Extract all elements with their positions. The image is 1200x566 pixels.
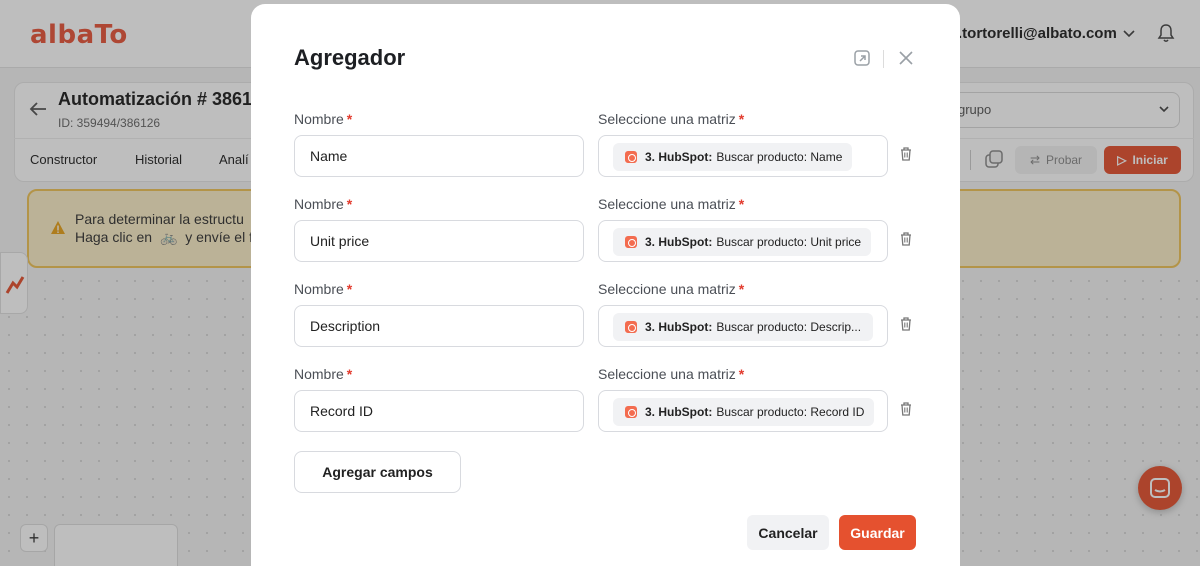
nombre-label: Nombre * xyxy=(294,366,352,382)
matrix-chip[interactable]: 3. HubSpot: Buscar producto: Unit price xyxy=(613,228,872,256)
nombre-input[interactable]: Name xyxy=(294,135,584,177)
required-mark: * xyxy=(346,281,353,297)
matrix-label: Seleccione una matriz * xyxy=(598,281,744,297)
matrix-label: Seleccione una matriz * xyxy=(598,366,744,382)
nombre-label-text: Nombre xyxy=(294,366,344,382)
hubspot-icon xyxy=(625,321,637,333)
matrix-label-text: Seleccione una matriz xyxy=(598,196,736,212)
chip-source: 3. HubSpot: xyxy=(645,235,713,249)
nombre-label: Nombre * xyxy=(294,196,352,212)
matrix-label-text: Seleccione una matriz xyxy=(598,111,736,127)
required-mark: * xyxy=(738,111,745,127)
header-divider xyxy=(883,50,884,68)
save-button[interactable]: Guardar xyxy=(839,515,916,550)
trash-icon[interactable] xyxy=(899,401,913,417)
matrix-chip[interactable]: 3. HubSpot: Buscar producto: Name xyxy=(613,143,853,171)
chip-text: Buscar producto: Name xyxy=(716,150,843,164)
agregador-modal: Agregador Nombre * Seleccione una matriz *… xyxy=(251,4,960,566)
matrix-chip[interactable]: 3. HubSpot: Buscar producto: Record ID xyxy=(613,398,875,426)
cancel-button[interactable]: Cancelar xyxy=(747,515,829,550)
chip-source: 3. HubSpot: xyxy=(645,320,713,334)
nombre-label: Nombre * xyxy=(294,111,352,127)
required-mark: * xyxy=(346,111,353,127)
nombre-input[interactable]: Description xyxy=(294,305,584,347)
hubspot-icon xyxy=(625,406,637,418)
required-mark: * xyxy=(346,196,353,212)
hubspot-icon xyxy=(625,151,637,163)
chip-source: 3. HubSpot: xyxy=(645,405,713,419)
matrix-select[interactable]: 3. HubSpot: Buscar producto: Descrip... xyxy=(598,305,888,347)
trash-icon[interactable] xyxy=(899,231,913,247)
nombre-label-text: Nombre xyxy=(294,196,344,212)
matrix-label-text: Seleccione una matriz xyxy=(598,281,736,297)
required-mark: * xyxy=(738,281,745,297)
add-fields-button[interactable]: Agregar campos xyxy=(294,451,461,493)
required-mark: * xyxy=(738,196,745,212)
nombre-input[interactable]: Unit price xyxy=(294,220,584,262)
required-mark: * xyxy=(346,366,353,382)
close-icon[interactable] xyxy=(896,48,916,68)
hubspot-icon xyxy=(625,236,637,248)
nombre-label: Nombre * xyxy=(294,281,352,297)
matrix-select[interactable]: 3. HubSpot: Buscar producto: Name xyxy=(598,135,888,177)
matrix-label: Seleccione una matriz * xyxy=(598,111,744,127)
trash-icon[interactable] xyxy=(899,316,913,332)
chip-text: Buscar producto: Record ID xyxy=(716,405,865,419)
chip-text: Buscar producto: Descrip... xyxy=(716,320,862,334)
chip-source: 3. HubSpot: xyxy=(645,150,713,164)
nombre-label-text: Nombre xyxy=(294,111,344,127)
nombre-input[interactable]: Record ID xyxy=(294,390,584,432)
trash-icon[interactable] xyxy=(899,146,913,162)
matrix-label-text: Seleccione una matriz xyxy=(598,366,736,382)
matrix-select[interactable]: 3. HubSpot: Buscar producto: Unit price xyxy=(598,220,888,262)
matrix-label: Seleccione una matriz * xyxy=(598,196,744,212)
required-mark: * xyxy=(738,366,745,382)
chip-text: Buscar producto: Unit price xyxy=(716,235,862,249)
nombre-label-text: Nombre xyxy=(294,281,344,297)
expand-icon[interactable] xyxy=(852,48,872,68)
modal-title: Agregador xyxy=(294,45,406,70)
matrix-select[interactable]: 3. HubSpot: Buscar producto: Record ID xyxy=(598,390,888,432)
matrix-chip[interactable]: 3. HubSpot: Buscar producto: Descrip... xyxy=(613,313,873,341)
